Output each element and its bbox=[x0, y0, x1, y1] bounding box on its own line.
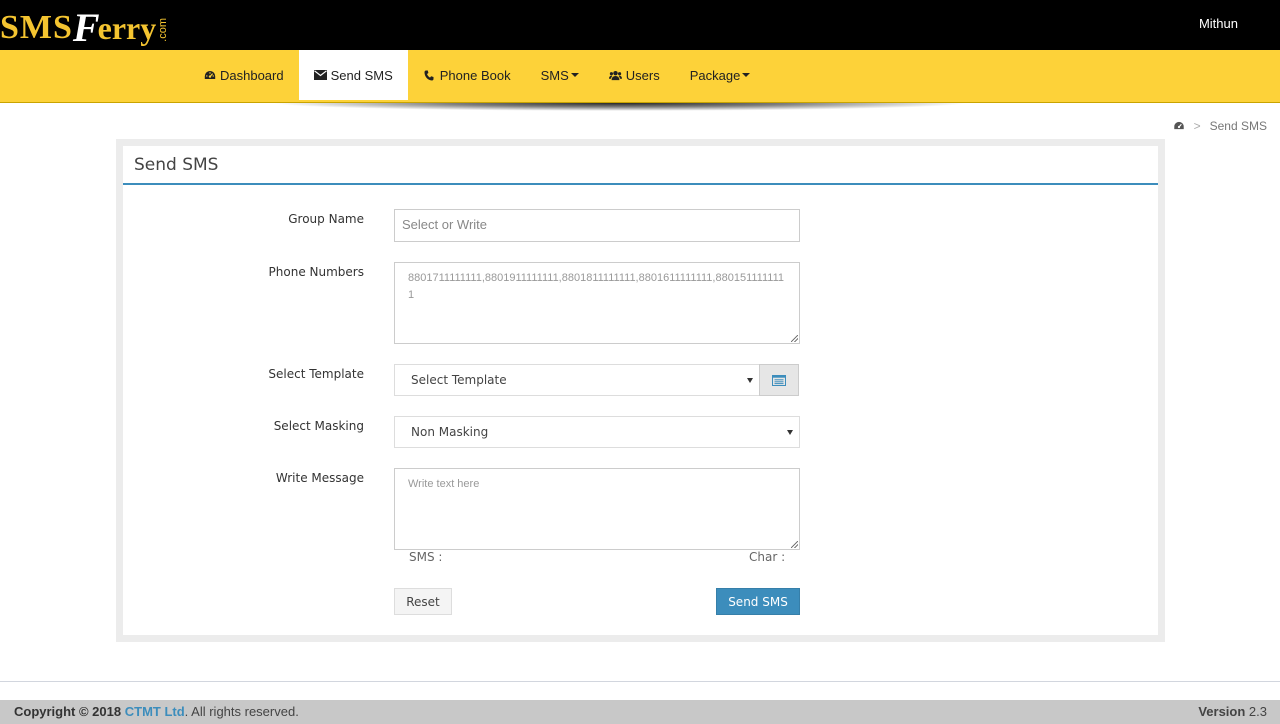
select-template-label: Select Template bbox=[268, 367, 364, 381]
send-sms-button[interactable]: Send SMS bbox=[716, 588, 800, 615]
nav-shadow-decoration bbox=[270, 103, 970, 111]
phone-numbers-textarea[interactable]: 8801711111111,8801911111111,880181111111… bbox=[394, 262, 800, 344]
masking-select-value: Non Masking bbox=[411, 425, 489, 439]
logo-com: .com bbox=[157, 18, 170, 42]
sms-count: SMS : bbox=[409, 550, 443, 564]
template-select[interactable]: Select Template bbox=[394, 364, 760, 396]
copyright-prefix: Copyright © 2018 bbox=[14, 704, 122, 719]
logo-f: F bbox=[72, 5, 100, 50]
resize-handle[interactable] bbox=[791, 335, 798, 342]
nav-users-label: Users bbox=[625, 67, 660, 83]
main-nav: Dashboard Send SMS Phone Book SMS Users … bbox=[0, 50, 1280, 103]
rights-text: . All rights reserved. bbox=[184, 704, 299, 719]
send-sms-panel: Send SMS Group Name Select or Write Phon… bbox=[123, 146, 1158, 635]
breadcrumb: > Send SMS bbox=[1173, 119, 1267, 133]
nav-sms-label: SMS bbox=[540, 67, 569, 83]
top-bar: SMS F erry .com Mithun bbox=[0, 0, 1280, 50]
logo-sms: SMS bbox=[0, 9, 73, 46]
company-link[interactable]: CTMT Ltd bbox=[125, 704, 185, 719]
nav-send-sms-label: Send SMS bbox=[330, 67, 393, 83]
users-icon bbox=[608, 69, 622, 82]
message-textarea[interactable]: Write text here bbox=[394, 468, 800, 550]
panel-heading: Send SMS bbox=[123, 146, 1158, 185]
template-select-value: Select Template bbox=[411, 373, 507, 387]
envelope-icon bbox=[313, 69, 327, 82]
nav-package-dropdown[interactable]: Package bbox=[675, 50, 766, 100]
list-icon bbox=[772, 374, 786, 386]
chevron-down-icon bbox=[570, 73, 579, 77]
logo-erry: erry bbox=[97, 10, 157, 46]
footer-divider bbox=[0, 681, 1280, 682]
message-placeholder: Write text here bbox=[408, 478, 480, 490]
phone-numbers-placeholder: 8801711111111,8801911111111,880181111111… bbox=[408, 272, 784, 301]
dashboard-icon[interactable] bbox=[1173, 121, 1185, 131]
select-masking-label: Select Masking bbox=[273, 419, 364, 433]
write-message-label: Write Message bbox=[275, 471, 364, 485]
nav-phone-book-label: Phone Book bbox=[439, 67, 511, 83]
resize-handle[interactable] bbox=[791, 541, 798, 548]
nav-sms-dropdown[interactable]: SMS bbox=[526, 50, 594, 100]
group-name-label: Group Name bbox=[288, 212, 364, 226]
nav-users[interactable]: Users bbox=[594, 50, 675, 100]
nav-send-sms[interactable]: Send SMS bbox=[298, 50, 408, 100]
chevron-down-icon bbox=[787, 430, 793, 435]
nav-dashboard[interactable]: Dashboard bbox=[188, 50, 299, 100]
version-value: 2.3 bbox=[1248, 704, 1267, 719]
chevron-down-icon bbox=[742, 73, 751, 77]
breadcrumb-current: Send SMS bbox=[1209, 119, 1267, 133]
nav-package-label: Package bbox=[689, 67, 741, 83]
version-label: Version bbox=[1198, 704, 1246, 719]
breadcrumb-separator: > bbox=[1193, 119, 1201, 133]
group-name-input[interactable]: Select or Write bbox=[394, 209, 800, 242]
nav-dashboard-label: Dashboard bbox=[220, 67, 284, 83]
brand-logo[interactable]: SMS F erry .com bbox=[0, 2, 169, 48]
reset-button[interactable]: Reset bbox=[394, 588, 452, 615]
phone-numbers-label: Phone Numbers bbox=[268, 265, 364, 279]
copyright: Copyright © 2018 CTMT Ltd. All rights re… bbox=[14, 704, 299, 719]
footer: Copyright © 2018 CTMT Ltd. All rights re… bbox=[0, 700, 1280, 724]
template-list-button[interactable] bbox=[759, 364, 799, 396]
dashboard-icon bbox=[203, 69, 216, 82]
user-menu[interactable]: Mithun bbox=[1199, 16, 1238, 31]
version: Version 2.3 bbox=[1198, 704, 1267, 719]
char-count: Char : bbox=[749, 550, 786, 564]
nav-phone-book[interactable]: Phone Book bbox=[408, 50, 526, 100]
masking-select[interactable]: Non Masking bbox=[394, 416, 800, 448]
page-title: Send SMS bbox=[134, 155, 219, 175]
phone-icon bbox=[423, 69, 436, 82]
chevron-down-icon bbox=[747, 378, 753, 383]
